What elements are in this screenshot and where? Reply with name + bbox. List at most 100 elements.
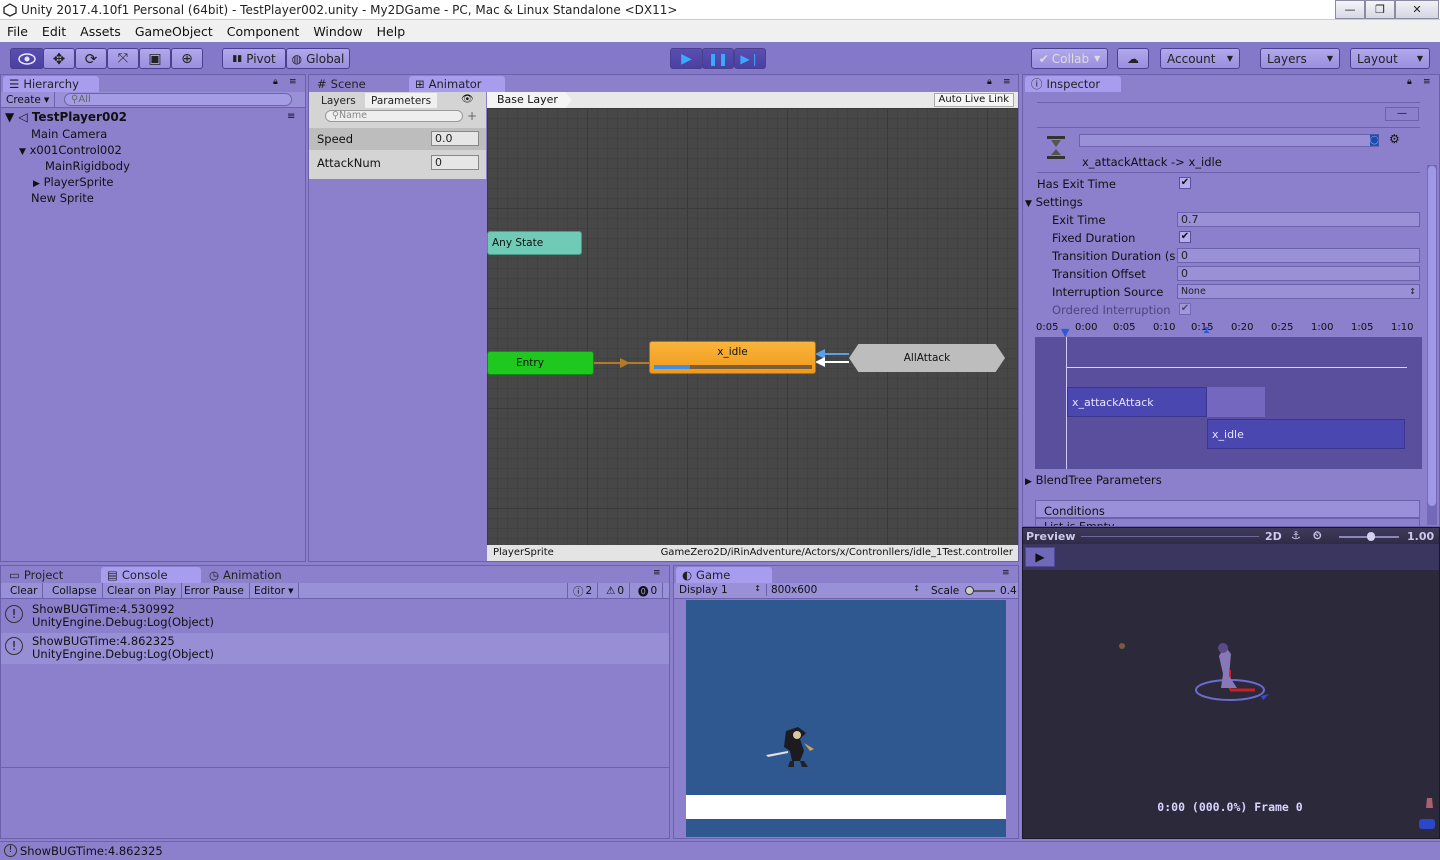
parameter-search-input[interactable]: ⚲Name [325,110,463,122]
global-button[interactable]: ◍ Global [286,48,350,69]
layers-dropdown[interactable]: Layers ▼ [1260,48,1340,69]
transform-tool-button[interactable]: ⊕ [171,48,203,69]
view-tool-button[interactable] [10,48,44,69]
gear-icon[interactable]: ⚙ [1389,132,1400,146]
move-tool-button[interactable]: ✥ [43,48,75,69]
rect-tool-button[interactable]: ▣ [139,48,171,69]
param-value-input[interactable]: 0.0 [431,131,479,146]
log-entry[interactable]: ! ShowBUGTime:4.530992 UnityEngine.Debug… [1,600,669,633]
transition-duration-input[interactable]: 0 [1177,248,1420,263]
exit-time-input[interactable]: 0.7 [1177,212,1420,227]
resolution-dropdown[interactable]: 800x600 ↕ [766,584,922,596]
tab-game[interactable]: ◐ Game [676,567,772,583]
any-state-node[interactable]: Any State [487,231,582,255]
scrollbar-thumb[interactable] [1428,166,1436,506]
exit-marker-icon[interactable]: ⧗ [1203,325,1210,336]
error-filter-toggle[interactable]: ⓿0 [633,583,664,599]
panel-menu-icon[interactable]: ≡ [289,77,297,87]
menu-assets[interactable]: Assets [73,24,128,39]
clear-on-play-button[interactable]: Clear on Play [102,583,183,599]
menu-edit[interactable]: Edit [35,24,73,39]
blendtree-foldout[interactable]: ▶ BlendTree Parameters [1025,473,1162,487]
scene-menu-icon[interactable]: ≡ [287,111,295,122]
tab-animator[interactable]: ⊞ Animator [409,76,505,92]
display-dropdown[interactable]: Display 1 ↕ [679,584,761,596]
interruption-source-dropdown[interactable]: None ↕ [1177,284,1420,299]
entry-node[interactable]: Entry [487,351,594,375]
lock-icon[interactable]: 🔒︎ [987,77,992,87]
panel-menu-icon[interactable]: ≡ [1003,77,1011,87]
menu-gameobject[interactable]: GameObject [128,24,220,39]
hierarchy-item-main-camera[interactable]: Main Camera [31,127,107,141]
rotate-tool-button[interactable]: ⟳ [75,48,107,69]
scene-root[interactable]: ▼ ◁ TestPlayer002 [5,110,127,124]
maximize-button[interactable]: ❐ [1365,0,1395,19]
panel-menu-icon[interactable]: ≡ [653,568,661,578]
menu-component[interactable]: Component [220,24,307,39]
collab-button[interactable]: ✔ Collab ▼ [1031,48,1108,69]
has-exit-time-checkbox[interactable]: ✔ [1179,177,1191,189]
scale-slider[interactable] [965,586,995,595]
hierarchy-search-input[interactable]: ⚲All [64,93,292,106]
layout-dropdown[interactable]: Layout ▼ [1350,48,1430,69]
close-button[interactable]: ✕ [1395,0,1439,19]
menu-file[interactable]: File [0,24,35,39]
transition-name-input[interactable] [1079,134,1379,147]
menu-help[interactable]: Help [370,24,413,39]
pause-button[interactable]: ❚❚ [702,48,734,69]
warning-filter-toggle[interactable]: ⚠ 0 [601,583,631,599]
allattack-state-node[interactable]: AllAttack [849,344,1005,372]
hierarchy-item-playersprite[interactable]: ▶ PlayerSprite [33,175,113,189]
hierarchy-item-x001control002[interactable]: ▼ x001Control002 [19,143,122,157]
breadcrumb-base-layer[interactable]: Base Layer [487,92,572,108]
play-button[interactable]: ▶ [670,48,703,69]
object-picker-icon[interactable]: ◙ [1369,133,1380,146]
step-button[interactable]: ▶❘ [734,48,766,69]
editor-dropdown[interactable]: Editor ▼ [249,583,300,599]
pivot-button[interactable]: ▮▮ Pivot [222,48,286,69]
status-bar[interactable]: ! ShowBUGTime:4.862325 [0,841,1440,860]
error-pause-button[interactable]: Error Pause [179,583,250,599]
eye-icon[interactable]: 👁︎ [461,94,474,105]
cloud-button[interactable]: ☁ [1117,48,1149,69]
speed-icon[interactable]: ⏲︎ [1313,529,1322,543]
x-idle-state-node[interactable]: x_idle [649,341,816,374]
transition-offset-input[interactable]: 0 [1177,266,1420,281]
inspector-scrollbar[interactable] [1427,165,1437,525]
speed-slider-handle[interactable] [1367,532,1375,541]
scale-slider-handle[interactable] [965,586,974,595]
tab-parameters[interactable]: Parameters [365,93,438,108]
remove-transition-button[interactable]: — [1385,107,1419,121]
preview-2d-toggle[interactable]: 2D [1265,530,1282,543]
tab-console[interactable]: ▤ Console [101,567,201,583]
hierarchy-item-new-sprite[interactable]: New Sprite [31,191,94,205]
tab-project[interactable]: ▭ Project [3,567,99,583]
fixed-duration-checkbox[interactable]: ✔ [1179,231,1191,243]
param-value-input[interactable]: 0 [431,155,479,170]
tab-inspector[interactable]: ⓘ Inspector [1025,76,1121,92]
pivot-icon[interactable]: ⚓︎ [1291,529,1301,542]
scale-tool-button[interactable]: ⤧ [107,48,139,69]
tab-scene[interactable]: # Scene [311,76,401,92]
preview-play-button[interactable]: ▶ [1025,547,1055,567]
game-viewport[interactable] [686,600,1006,837]
lock-icon[interactable]: 🔒︎ [273,77,278,87]
create-dropdown[interactable]: Create ▼ [1,92,56,108]
preview-viewport[interactable]: 0:00 (000.0%) Frame 0 [1023,570,1439,838]
clear-button[interactable]: Clear [5,583,44,599]
speed-slider[interactable] [1339,532,1399,541]
tab-animation[interactable]: ◷ Animation [203,567,303,583]
panel-menu-icon[interactable]: ≡ [1002,568,1010,578]
collapse-button[interactable]: Collapse [47,583,103,599]
tab-layers[interactable]: Layers [315,93,362,108]
auto-live-link-button[interactable]: Auto Live Link [933,93,1014,107]
transition-timeline[interactable]: 0:05 0:00 0:05 0:10 0:15 0:20 0:25 1:00 … [1035,321,1422,469]
console-detail-divider[interactable] [1,767,669,768]
menu-window[interactable]: Window [306,24,369,39]
animator-graph[interactable]: Any State Entry x_idle AllAttack [487,108,1018,545]
playhead-marker-icon[interactable]: ▼ [1061,326,1069,339]
minimize-button[interactable]: — [1335,0,1365,19]
tab-hierarchy[interactable]: ☰ Hierarchy [3,76,99,92]
settings-foldout[interactable]: ▼ Settings [1025,195,1083,209]
add-parameter-icon[interactable]: + [467,109,477,123]
